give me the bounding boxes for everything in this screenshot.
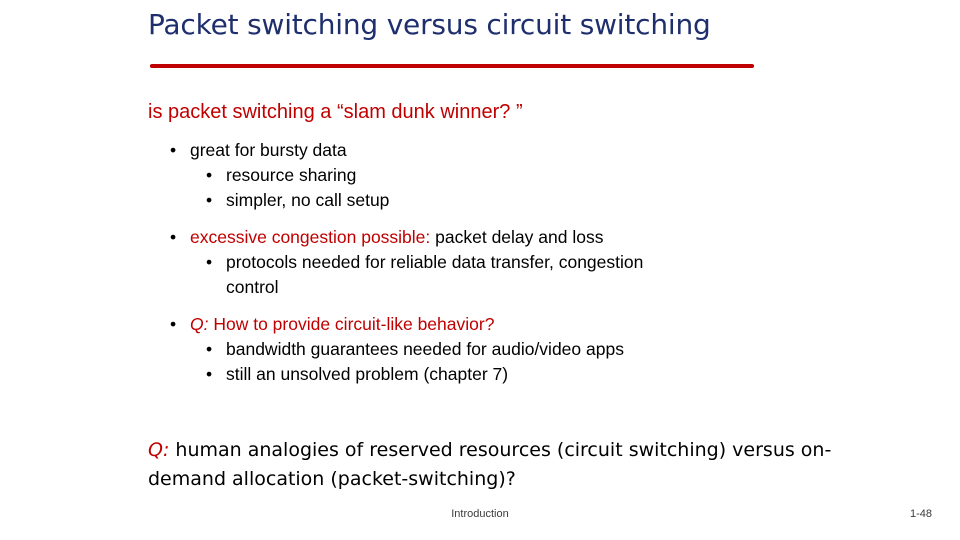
footer-page-number: 1-48	[909, 508, 932, 520]
bullet-level1-question-circuit-like: • Q: How to provide circuit-like behavio…	[148, 312, 828, 337]
bullet-glyph-icon: •	[206, 364, 213, 384]
page-title: Packet switching versus circuit switchin…	[148, 8, 711, 41]
bullet-text-highlight: excessive congestion possible:	[190, 227, 431, 247]
bullet-level2-resource-sharing: • resource sharing	[148, 163, 828, 188]
title-underline-rule	[150, 64, 754, 68]
bullet-text: packet delay and loss	[430, 227, 604, 247]
footer-section-label: Introduction	[451, 508, 509, 520]
bullet-text-question-label: Q:	[190, 314, 209, 334]
slide: Packet switching versus circuit switchin…	[0, 0, 960, 540]
bullet-text: resource sharing	[226, 165, 357, 185]
bullet-text-continuation: control	[226, 277, 279, 297]
bullet-level1-great-for-bursty-data: • great for bursty data	[148, 138, 828, 163]
bullet-glyph-icon: •	[170, 140, 177, 160]
bullet-glyph-icon: •	[206, 165, 213, 185]
bullet-glyph-icon: •	[206, 190, 213, 210]
closing-question-text: human analogies of reserved resources (c…	[148, 439, 832, 490]
bullet-text: How to provide circuit-like behavior?	[208, 314, 495, 334]
bullet-glyph-icon: •	[170, 227, 177, 247]
bullet-glyph-icon: •	[206, 339, 213, 359]
bullet-level2-bandwidth-guarantees: • bandwidth guarantees needed for audio/…	[148, 337, 828, 362]
closing-question: Q: human analogies of reserved resources…	[148, 436, 848, 494]
closing-question-label: Q:	[148, 439, 170, 461]
bullet-list: • great for bursty data • resource shari…	[148, 138, 828, 387]
bullet-level2-unsolved-problem: • still an unsolved problem (chapter 7)	[148, 362, 828, 387]
bullet-text: protocols needed for reliable data trans…	[226, 252, 644, 272]
bullet-level2-protocols-needed: • protocols needed for reliable data tra…	[148, 250, 828, 300]
bullet-level1-excessive-congestion: • excessive congestion possible: packet …	[148, 225, 828, 250]
bullet-text: still an unsolved problem (chapter 7)	[226, 364, 509, 384]
bullet-glyph-icon: •	[170, 314, 177, 334]
subheading: is packet switching a “slam dunk winner?…	[148, 101, 523, 123]
bullet-text: great for bursty data	[190, 140, 347, 160]
bullet-text: simpler, no call setup	[226, 190, 390, 210]
bullet-text: bandwidth guarantees needed for audio/vi…	[226, 339, 624, 359]
bullet-level2-simpler-no-call-setup: • simpler, no call setup	[148, 188, 828, 213]
bullet-glyph-icon: •	[206, 252, 213, 272]
